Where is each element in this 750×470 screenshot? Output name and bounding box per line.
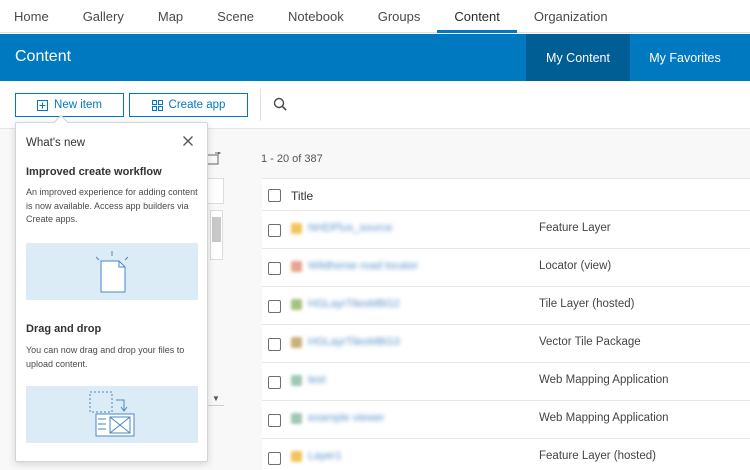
- row-checkbox[interactable]: [268, 413, 281, 427]
- item-type: Locator (view): [539, 260, 612, 272]
- item-type: Feature Layer: [539, 222, 611, 234]
- nav-home[interactable]: Home: [0, 0, 66, 32]
- table-row[interactable]: NHDPlus_source Feature Layer: [262, 211, 750, 249]
- select-all-checkbox[interactable]: [268, 188, 281, 202]
- column-header-title[interactable]: Title: [291, 189, 313, 203]
- section-heading-create-workflow: Improved create workflow: [26, 166, 162, 178]
- item-thumbnail-icon: [291, 223, 302, 234]
- row-checkbox[interactable]: [268, 299, 281, 313]
- create-app-label: Create app: [168, 99, 226, 111]
- popover-title: What's new: [26, 137, 86, 149]
- nav-scene[interactable]: Scene: [200, 0, 271, 32]
- table-row[interactable]: example viewer Web Mapping Application: [262, 401, 750, 439]
- item-title-link[interactable]: test: [308, 374, 326, 386]
- drag-drop-illustration: [26, 386, 198, 443]
- item-title-link[interactable]: NHDPlus_source: [308, 222, 392, 234]
- new-item-button[interactable]: New item: [15, 93, 124, 117]
- section-text-create-workflow: An improved experience for adding conten…: [26, 187, 198, 224]
- item-thumbnail-icon: [291, 413, 302, 424]
- table-row[interactable]: Layer1 Feature Layer (hosted): [262, 439, 750, 470]
- section-heading-drag-drop: Drag and drop: [26, 323, 102, 335]
- nav-notebook[interactable]: Notebook: [271, 0, 361, 32]
- nav-groups[interactable]: Groups: [361, 0, 438, 32]
- apps-grid-icon: [151, 99, 163, 111]
- page-title: Content: [15, 48, 72, 65]
- item-thumbnail-icon: [291, 451, 302, 462]
- nav-map[interactable]: Map: [141, 0, 200, 32]
- plus-square-icon: [37, 99, 49, 111]
- table-row[interactable]: test Web Mapping Application: [262, 363, 750, 401]
- whats-new-popover: What's new Improved create workflow An i…: [15, 114, 208, 462]
- row-checkbox[interactable]: [268, 375, 281, 389]
- content-header: Content My Content My Favorites: [0, 34, 750, 81]
- table-row[interactable]: Wildhorse road locator Locator (view): [262, 249, 750, 287]
- top-navigation: Home Gallery Map Scene Notebook Groups C…: [0, 0, 750, 33]
- table-body: NHDPlus_source Feature Layer Wildhorse roa…: [262, 211, 750, 470]
- item-thumbnail-icon: [291, 261, 302, 272]
- new-item-label: New item: [54, 99, 102, 111]
- tab-my-content[interactable]: My Content: [526, 34, 630, 81]
- new-file-illustration: [26, 243, 198, 300]
- new-file-icon: [95, 251, 129, 293]
- create-app-button[interactable]: Create app: [129, 93, 248, 117]
- row-checkbox[interactable]: [268, 337, 281, 351]
- search-icon[interactable]: [272, 96, 290, 114]
- content-table: Title NHDPlus_source Feature Layer Wildhor…: [262, 178, 750, 470]
- toolbar-divider: [260, 89, 261, 121]
- collapse-panel-icon[interactable]: [206, 152, 222, 166]
- item-title-link[interactable]: Wildhorse road locator: [308, 260, 418, 272]
- drag-drop-icon: [89, 391, 135, 437]
- section-text-drag-drop: You can now drag and drop your files to …: [26, 345, 185, 369]
- chevron-down-icon[interactable]: ▼: [212, 394, 220, 403]
- item-type: Tile Layer (hosted): [539, 298, 635, 310]
- item-type: Web Mapping Application: [539, 412, 669, 424]
- item-type: Web Mapping Application: [539, 374, 669, 386]
- nav-content[interactable]: Content: [437, 0, 517, 33]
- nav-organization[interactable]: Organization: [517, 0, 625, 32]
- close-icon[interactable]: [182, 135, 194, 147]
- item-title-link[interactable]: HGLayrTilesMBG2: [308, 298, 400, 310]
- table-row[interactable]: HGLayrTilesMBG2 Tile Layer (hosted): [262, 287, 750, 325]
- item-thumbnail-icon: [291, 299, 302, 310]
- item-type: Feature Layer (hosted): [539, 450, 656, 462]
- filter-scrollbar-thumb[interactable]: [212, 217, 221, 242]
- item-title-link[interactable]: Layer1: [308, 450, 342, 462]
- table-row[interactable]: HGLayrTilesMBG3 Vector Tile Package: [262, 325, 750, 363]
- results-count: 1 - 20 of 387: [261, 153, 323, 165]
- item-thumbnail-icon: [291, 337, 302, 348]
- item-title-link[interactable]: HGLayrTilesMBG3: [308, 336, 400, 348]
- tab-my-favorites[interactable]: My Favorites: [630, 34, 740, 81]
- row-checkbox[interactable]: [268, 261, 281, 275]
- item-type: Vector Tile Package: [539, 336, 641, 348]
- item-thumbnail-icon: [291, 375, 302, 386]
- table-header-row: Title: [262, 179, 750, 211]
- item-title-link[interactable]: example viewer: [308, 412, 384, 424]
- nav-gallery[interactable]: Gallery: [66, 0, 141, 32]
- row-checkbox[interactable]: [268, 451, 281, 465]
- row-checkbox[interactable]: [268, 223, 281, 237]
